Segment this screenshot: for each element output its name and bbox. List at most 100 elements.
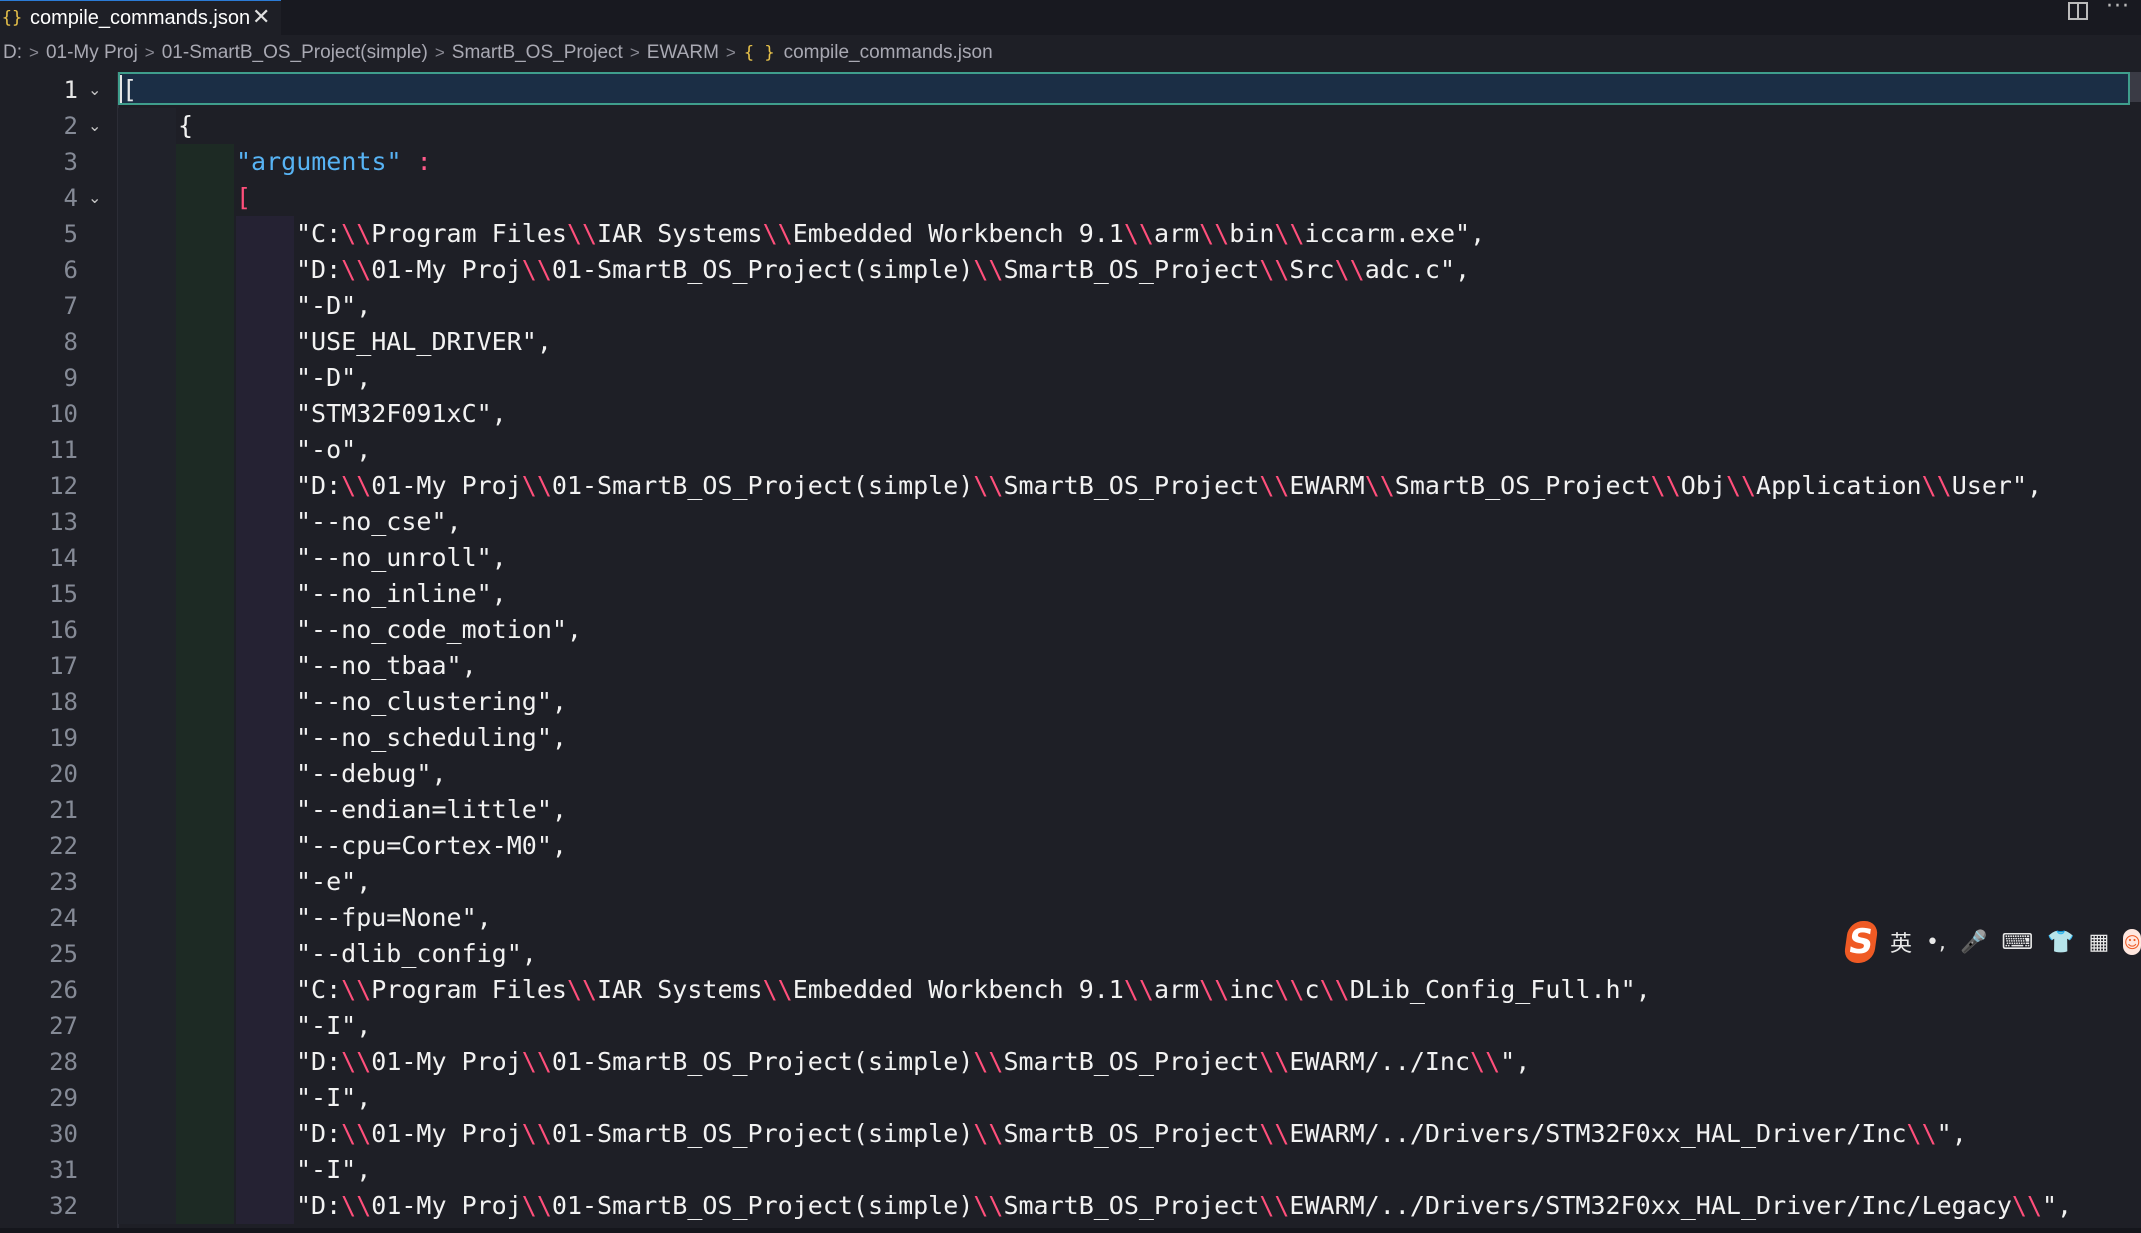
indent-guide [176,576,234,612]
line-number: 9 [63,364,78,392]
indent-guide [118,360,176,396]
breadcrumb-item-smartb-simple[interactable]: 01-SmartB_OS_Project(simple) [159,42,431,64]
indent-guide [118,648,176,684]
json-colon: : [401,147,432,176]
escape-sequence: \\ [1274,975,1305,1004]
code-line[interactable]: 12 "D:\\01-My Proj\\01-SmartB_OS_Project(… [0,468,2141,504]
code-line[interactable]: 32 "D:\\01-My Proj\\01-SmartB_OS_Project(… [0,1188,2141,1224]
line-number: 26 [49,976,78,1004]
sogou-logo-icon[interactable]: S [1843,921,1879,963]
code-line[interactable]: 13 "--no_cse", [0,504,2141,540]
code-line[interactable]: 31 "-I", [0,1152,2141,1188]
line-number: 19 [49,724,78,752]
code-line[interactable]: 16 "--no_code_motion", [0,612,2141,648]
line-number: 6 [63,256,78,284]
chevron-right-icon: > [144,43,155,62]
chevron-down-icon[interactable]: ⌄ [88,180,101,216]
json-braces-icon: { } [743,43,775,63]
escape-sequence: \\ [1199,975,1230,1004]
punctuation-icon[interactable]: •, [1926,930,1946,955]
code-line[interactable]: 10 "STM32F091xC", [0,396,2141,432]
code-line[interactable]: 27 "-I", [0,1008,2141,1044]
more-actions-icon[interactable]: ··· [2106,0,2130,19]
indent-guide [176,468,234,504]
code-line[interactable]: 3 "arguments" : [0,144,2141,180]
code-line[interactable]: 24 "--fpu=None", [0,900,2141,936]
indent-guide [176,612,234,648]
chevron-right-icon: > [725,43,736,62]
ime-mode-toggle[interactable]: 英 [1890,926,1912,958]
indent-guide [118,900,176,936]
indent-guide [236,504,294,540]
code-line[interactable]: 4 ⌄ [ [0,180,2141,216]
escape-sequence: \\ [973,471,1004,500]
code-line[interactable]: 29 "-I", [0,1080,2141,1116]
microphone-icon[interactable]: 🎤 [1960,930,1987,955]
breadcrumb-item-file[interactable]: compile_commands.json [781,42,996,64]
code-line[interactable]: 5 "C:\\Program Files\\IAR Systems\\Embedd… [0,216,2141,252]
escape-sequence: \\ [341,1047,372,1076]
code-text: { [178,111,194,140]
code-line[interactable]: 21 "--endian=little", [0,792,2141,828]
indent-guide [236,684,294,720]
breadcrumb-item-my-proj[interactable]: 01-My Proj [43,42,141,64]
json-string-value: "--no_tbaa", [296,651,477,680]
breadcrumb-item-smartb-project[interactable]: SmartB_OS_Project [449,42,626,64]
escape-sequence: \\ [1319,975,1350,1004]
breadcrumb-item-drive[interactable]: D: [0,42,25,64]
tab-compile-commands[interactable]: {} compile_commands.json ✕ [0,0,281,35]
indent-guide [118,720,176,756]
code-line[interactable]: 25 "--dlib_config", [0,936,2141,972]
code-line[interactable]: 2 ⌄ { [0,108,2141,144]
indent-guide [236,1044,294,1080]
escape-sequence: \\ [1921,471,1952,500]
code-line[interactable]: 9 "-D", [0,360,2141,396]
json-string-value: "-D", [296,291,372,320]
avatar[interactable]: ☺ [2123,929,2141,955]
indent-guide [176,1080,234,1116]
code-line[interactable]: 8 "USE_HAL_DRIVER", [0,324,2141,360]
code-line[interactable]: 14 "--no_unroll", [0,540,2141,576]
escape-sequence: \\ [1123,219,1154,248]
keyboard-icon[interactable]: ⌨ [2001,930,2033,955]
code-line[interactable]: 30 "D:\\01-My Proj\\01-SmartB_OS_Project(… [0,1116,2141,1152]
json-string-value: "--cpu=Cortex-M0", [296,831,567,860]
code-line[interactable]: 26 "C:\\Program Files\\IAR Systems\\Embed… [0,972,2141,1008]
chevron-down-icon[interactable]: ⌄ [88,108,101,144]
indent-guide [118,936,176,972]
escape-sequence: \\ [973,255,1004,284]
line-number: 4 [63,184,78,212]
json-key: "arguments" [236,147,402,176]
indent-guide [176,1152,234,1188]
breadcrumb-item-ewarm[interactable]: EWARM [644,42,722,64]
code-line[interactable]: 19 "--no_scheduling", [0,720,2141,756]
code-line[interactable]: 23 "-e", [0,864,2141,900]
indent-guide [236,1008,294,1044]
chevron-right-icon: > [29,43,39,62]
line-number: 16 [49,616,78,644]
toolbox-grid-icon[interactable]: ▦ [2089,930,2110,955]
code-line[interactable]: 20 "--debug", [0,756,2141,792]
code-line[interactable]: 6 "D:\\01-My Proj\\01-SmartB_OS_Project(s… [0,252,2141,288]
close-icon[interactable]: ✕ [252,5,270,30]
line-number: 29 [49,1084,78,1112]
chevron-right-icon: > [629,43,640,62]
code-line[interactable]: 28 "D:\\01-My Proj\\01-SmartB_OS_Project(… [0,1044,2141,1080]
code-line[interactable]: 11 "-o", [0,432,2141,468]
chevron-down-icon[interactable]: ⌄ [88,72,101,108]
code-line[interactable]: 15 "--no_inline", [0,576,2141,612]
code-line[interactable]: 22 "--cpu=Cortex-M0", [0,828,2141,864]
indent-guide [236,360,294,396]
indent-guide [176,972,234,1008]
indent-guide [176,1116,234,1152]
indent-guide [176,360,234,396]
skin-icon[interactable]: 👕 [2047,930,2074,955]
escape-sequence: \\ [1259,255,1290,284]
indent-guide [118,684,176,720]
code-editor[interactable]: 1 ⌄ [ 2 ⌄ { 3 "arguments" : 4 ⌄ [ 5 "C:\\… [0,72,2141,1228]
code-line[interactable]: 17 "--no_tbaa", [0,648,2141,684]
code-line[interactable]: 7 "-D", [0,288,2141,324]
code-line[interactable]: 18 "--no_clustering", [0,684,2141,720]
code-line[interactable]: 1 ⌄ [ [0,72,2141,108]
split-editor-icon[interactable] [2068,2,2088,20]
